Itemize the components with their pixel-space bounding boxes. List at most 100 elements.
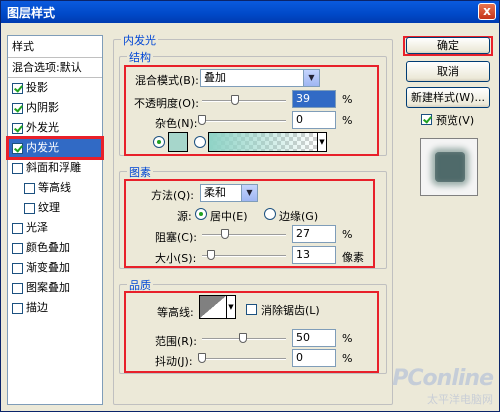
opacity-input[interactable]: 39 (292, 90, 336, 108)
style-item-label: 纹理 (38, 201, 60, 214)
method-select[interactable]: 柔和 ▼ (200, 184, 258, 202)
style-item-checkbox[interactable] (12, 262, 23, 274)
opacity-slider-thumb[interactable] (231, 95, 239, 105)
blend-mode-label: 混合模式(B): (135, 74, 199, 87)
style-item-checkbox[interactable] (12, 122, 23, 134)
cancel-label: 取消 (437, 65, 459, 78)
style-item[interactable]: 等高线 (8, 178, 102, 198)
style-item[interactable]: 光泽 (8, 218, 102, 238)
style-item[interactable]: 内发光 (6, 136, 104, 160)
noise-label: 杂色(N): (155, 117, 198, 130)
method-label: 方法(Q): (151, 189, 194, 202)
antialias-checkbox[interactable] (246, 304, 257, 315)
source-label: 源: (177, 210, 192, 223)
contour-picker[interactable] (199, 295, 227, 319)
solid-color-radio[interactable] (153, 136, 165, 148)
method-value: 柔和 (204, 186, 226, 199)
source-center-label: 居中(E) (210, 210, 248, 223)
close-button[interactable]: x (478, 3, 496, 20)
style-item-label: 内发光 (26, 141, 59, 154)
range-unit: % (342, 332, 353, 345)
style-item-label: 斜面和浮雕 (26, 161, 81, 174)
ok-label: 确定 (437, 39, 459, 52)
style-item[interactable]: 外发光 (8, 118, 102, 138)
style-item-checkbox[interactable] (12, 102, 23, 114)
blend-options-item[interactable]: 混合选项:默认 (8, 58, 102, 78)
glow-color-swatch[interactable] (168, 132, 188, 152)
watermark-logo: PConline (392, 366, 494, 391)
size-input[interactable]: 13 (292, 246, 336, 264)
style-item-checkbox[interactable] (12, 162, 23, 174)
style-item-checkbox[interactable] (12, 222, 23, 234)
size-unit: 像素 (342, 251, 364, 264)
style-item[interactable]: 图案叠加 (8, 278, 102, 298)
gradient-dropdown-icon[interactable]: ▼ (317, 132, 327, 152)
style-item-checkbox[interactable] (12, 282, 23, 294)
style-item-label: 图案叠加 (26, 281, 70, 294)
blend-mode-select[interactable]: 叠加 ▼ (200, 69, 320, 87)
range-value: 50 (296, 331, 310, 344)
style-item[interactable]: 纹理 (8, 198, 102, 218)
jitter-input[interactable]: 0 (292, 349, 336, 367)
style-item-checkbox[interactable] (24, 202, 35, 214)
source-center-radio[interactable] (195, 208, 207, 220)
choke-slider-thumb[interactable] (221, 229, 229, 239)
size-slider-thumb[interactable] (207, 250, 215, 260)
style-item[interactable]: 斜面和浮雕 (8, 158, 102, 178)
style-item-label: 渐变叠加 (26, 261, 70, 274)
noise-slider-thumb[interactable] (198, 115, 206, 125)
style-item[interactable]: 颜色叠加 (8, 238, 102, 258)
choke-input[interactable]: 27 (292, 225, 336, 243)
style-item-checkbox[interactable] (12, 302, 23, 314)
watermark: PConline 太平洋电脑网 (392, 366, 494, 407)
style-preview-thumbnail (435, 152, 465, 182)
size-label: 大小(S): (155, 252, 197, 265)
chevron-down-icon: ▼ (303, 70, 319, 86)
noise-slider-track[interactable] (202, 120, 286, 122)
opacity-slider-track[interactable] (202, 100, 286, 102)
glow-gradient-picker[interactable] (208, 132, 318, 152)
ok-button[interactable]: 确定 (406, 37, 490, 54)
style-item-label: 内阴影 (26, 101, 59, 114)
preview-label: 预览(V) (436, 114, 475, 127)
style-item-checkbox[interactable] (12, 142, 23, 154)
gradient-radio[interactable] (194, 136, 206, 148)
noise-value: 0 (296, 113, 303, 126)
watermark-subtitle: 太平洋电脑网 (427, 393, 493, 406)
cancel-button[interactable]: 取消 (406, 61, 490, 82)
style-item[interactable]: 投影 (8, 78, 102, 98)
jitter-slider-track[interactable] (202, 358, 286, 360)
noise-input[interactable]: 0 (292, 111, 336, 129)
style-list-header: 样式 (8, 36, 102, 58)
source-edge-radio[interactable] (264, 208, 276, 220)
range-input[interactable]: 50 (292, 329, 336, 347)
style-item-checkbox[interactable] (12, 82, 23, 94)
range-label: 范围(R): (155, 335, 197, 348)
style-item[interactable]: 描边 (8, 298, 102, 318)
preview-checkbox[interactable] (421, 114, 432, 125)
style-item-label: 颜色叠加 (26, 241, 70, 254)
style-item-checkbox[interactable] (12, 242, 23, 254)
style-item-label: 描边 (26, 301, 48, 314)
style-item[interactable]: 内阴影 (8, 98, 102, 118)
style-item-label: 外发光 (26, 121, 59, 134)
new-style-button[interactable]: 新建样式(W)... (406, 87, 490, 108)
choke-slider-track[interactable] (202, 234, 286, 236)
style-item[interactable]: 渐变叠加 (8, 258, 102, 278)
close-icon: x (483, 4, 491, 18)
opacity-unit: % (342, 93, 353, 106)
contour-label: 等高线: (157, 306, 194, 319)
jitter-value: 0 (296, 351, 303, 364)
blend-options-label: 混合选项:默认 (12, 60, 82, 74)
size-value: 13 (296, 248, 310, 261)
inner-glow-title: 内发光 (121, 32, 158, 48)
jitter-unit: % (342, 352, 353, 365)
style-item-checkbox[interactable] (24, 182, 35, 194)
contour-dropdown-icon[interactable]: ▼ (226, 295, 236, 319)
elements-title: 图素 (127, 164, 153, 180)
jitter-slider-thumb[interactable] (198, 353, 206, 363)
range-slider-thumb[interactable] (239, 333, 247, 343)
chevron-down-icon: ▼ (241, 185, 257, 201)
style-item-label: 等高线 (38, 181, 71, 194)
structure-title: 结构 (127, 49, 153, 65)
